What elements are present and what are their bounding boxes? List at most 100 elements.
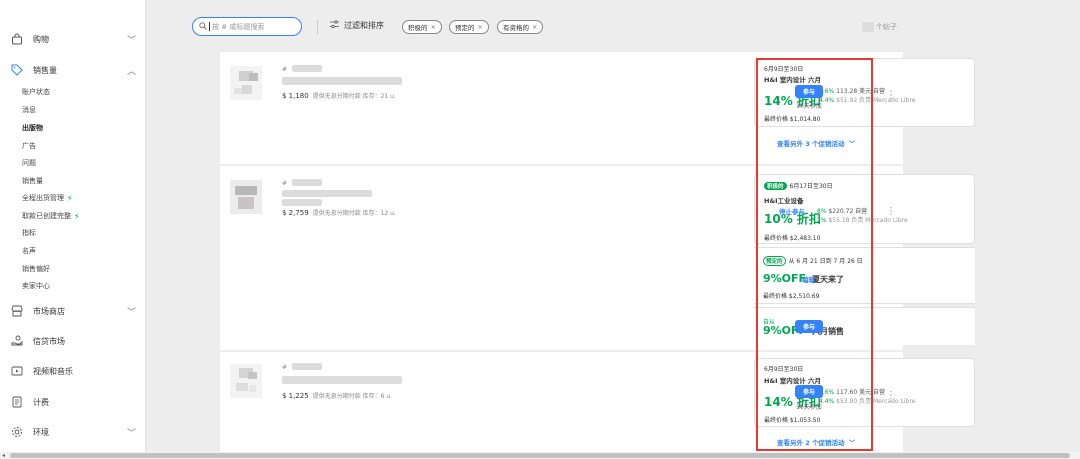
- nav-purchases-label: 购物: [33, 34, 49, 44]
- sidebar-item-questions[interactable]: 问题: [22, 158, 36, 168]
- sidebar-item-label: 销售偏好: [22, 265, 50, 273]
- price-value: $ 2,759: [282, 208, 309, 217]
- chevron-down-icon: ﹀: [848, 140, 856, 148]
- price-value: $ 1,180: [282, 91, 309, 100]
- nav-settings[interactable]: 环境 ﹀: [10, 425, 136, 439]
- document-icon: [10, 395, 24, 409]
- sidebar-item-label: 消息: [22, 106, 36, 114]
- stop-participation-button[interactable]: 停止参与: [779, 206, 805, 216]
- participate-button[interactable]: 参与: [795, 320, 823, 333]
- more-options-icon[interactable]: ⋮: [886, 206, 896, 217]
- split-text: 117.60 美元 自营: [836, 389, 885, 396]
- filter-chip-scheduled[interactable]: 预定的 ×: [449, 20, 489, 34]
- participate-days: 10天参加: [796, 404, 822, 411]
- redacted-id: [292, 179, 322, 186]
- sidebar-item-withdrawals[interactable]: 取款已创建完整 ⚡: [22, 211, 80, 221]
- redacted-title-line2: [282, 199, 322, 206]
- filter-sort-button[interactable]: 过滤和排序: [330, 20, 384, 31]
- sidebar-item-account-status[interactable]: 账户状态: [22, 87, 50, 97]
- product-thumbnail[interactable]: [230, 364, 262, 398]
- sidebar-item-reputation[interactable]: 名声: [22, 246, 36, 256]
- participate-button[interactable]: 参与: [795, 85, 823, 98]
- search-input[interactable]: 按 # 或标题搜索: [192, 17, 302, 36]
- sidebar-item-fulfillment[interactable]: 全程出货管理 ⚡: [22, 193, 73, 203]
- promo-date: 6月9日至30日: [764, 66, 804, 73]
- more-promotions-link[interactable]: 查看另外 3 个促销活动 ﹀: [777, 138, 855, 148]
- redacted-id: [292, 65, 322, 72]
- sidebar-item-messages[interactable]: 消息: [22, 105, 36, 115]
- close-icon[interactable]: ×: [478, 23, 483, 31]
- product-thumbnail[interactable]: [230, 180, 262, 214]
- chevron-down-icon: ﹀: [126, 308, 136, 318]
- nav-billing[interactable]: 计费: [10, 395, 136, 409]
- promo-discount: 9%OFF: [763, 272, 807, 285]
- nav-credit-label: 信贷市场: [33, 336, 65, 346]
- sidebar-item-label: 全程出货管理: [22, 194, 64, 202]
- sliders-icon: [330, 20, 339, 31]
- toolbar: 按 # 或标题搜索 过滤和排序 积极的 × 预定的 × 有资格的 × 个帖子: [146, 0, 1080, 50]
- nav-credit[interactable]: 信贷市场: [10, 334, 136, 348]
- redacted-id: [292, 363, 322, 370]
- final-price: 最终价格 $1,014.80: [764, 116, 821, 123]
- promo-name: H&I 室内设计 六月: [764, 76, 822, 84]
- participate-days: 10天参加: [796, 103, 822, 110]
- nav-sales[interactable]: 销售量 ︿: [10, 63, 136, 77]
- promo-date-row: 积极的 6月17日至30日: [764, 181, 833, 190]
- sidebar-item-seller-center[interactable]: 卖家中心: [22, 281, 50, 291]
- sidebar-item-preferences[interactable]: 销售偏好: [22, 264, 50, 274]
- promotion-box: 6月9日至30日 H&I 室内设计 六月 14% 折扣 9.6% 113.28 …: [754, 58, 975, 127]
- sidebar-item-label: 卖家中心: [22, 282, 50, 290]
- close-icon[interactable]: ×: [532, 23, 537, 31]
- close-icon[interactable]: ×: [431, 23, 436, 31]
- split-text: $53.90 负责 Mercado Libre: [836, 398, 916, 405]
- sidebar-item-label: 账户状态: [22, 88, 50, 96]
- final-price: 最终价格 $2,510.69: [763, 293, 820, 300]
- sidebar-item-metrics[interactable]: 指标: [22, 228, 36, 238]
- promo-date: 6月9日至30日: [764, 366, 804, 373]
- listing-id: #: [282, 180, 288, 187]
- more-promotions-link[interactable]: 查看另外 2 个促销活动 ﹀: [777, 437, 855, 447]
- count-label: 个帖子: [876, 23, 897, 31]
- chip-label: 有资格的: [503, 24, 529, 32]
- scroll-left-icon[interactable]: ◂: [2, 452, 5, 459]
- listing-price: $ 2,759 提供无息分期付款 库存：12 u.: [282, 208, 396, 218]
- more-promotions-label: 查看另外 2 个促销活动: [777, 439, 845, 447]
- video-icon: [10, 364, 24, 378]
- chevron-down-icon: ﹀: [848, 439, 856, 447]
- sidebar-item-label: 广告: [22, 142, 36, 150]
- listing-id: #: [282, 364, 288, 371]
- split-pct: 8%: [817, 208, 827, 215]
- nav-marketplace[interactable]: 市场商店 ﹀: [10, 304, 136, 318]
- tag-icon: [10, 63, 24, 77]
- edit-button[interactable]: 编辑: [802, 274, 815, 284]
- sidebar-item-publications[interactable]: 出版物: [22, 123, 43, 133]
- nav-purchases[interactable]: 购物 ﹀: [10, 32, 136, 46]
- split-text: $220.72 自营: [828, 208, 868, 215]
- listing-price: $ 1,180 提供无息分期付款 库存：21 u.: [282, 91, 396, 101]
- search-icon: [199, 21, 207, 32]
- status-badge: 积极的: [764, 182, 787, 190]
- nav-video[interactable]: 视频和音乐: [10, 364, 136, 378]
- promo-name: H&I 室内设计 六月: [764, 377, 822, 385]
- chevron-up-icon: ︿: [126, 67, 136, 77]
- listing-price: $ 1,225 提供无息分期付款 库存：6 u.: [282, 391, 392, 401]
- product-thumbnail[interactable]: [230, 66, 262, 100]
- listing-card: # $ 2,759 提供无息分期付款 库存：12 u. 积极的 6月17日至30日…: [220, 166, 975, 350]
- chevron-down-icon: ﹀: [126, 36, 136, 46]
- listing-card: # $ 1,180 提供无息分期付款 库存：21 u. 6月9日至30日 H&I…: [220, 52, 975, 164]
- divider: [317, 20, 318, 34]
- scrollbar-thumb[interactable]: [10, 453, 1070, 458]
- promo-date: 6月17日至30日: [789, 183, 833, 190]
- filter-chip-active[interactable]: 积极的 ×: [402, 20, 442, 34]
- sidebar-item-sales[interactable]: 销售量: [22, 176, 43, 186]
- sidebar-item-ads[interactable]: 广告: [22, 141, 36, 151]
- nav-settings-label: 环境: [33, 427, 49, 437]
- participate-button[interactable]: 参与: [795, 385, 823, 398]
- filter-chip-eligible[interactable]: 有资格的 ×: [497, 20, 544, 34]
- more-options-icon[interactable]: ⋮: [886, 90, 896, 101]
- sidebar-item-label: 问题: [22, 159, 36, 167]
- sidebar: 购物 ﹀ 销售量 ︿ 账户状态 消息 出版物 广告 问题 销售量 全程出货管理 ⚡…: [0, 0, 146, 452]
- horizontal-scrollbar[interactable]: ◂: [0, 452, 1080, 459]
- more-options-icon[interactable]: ⋮: [886, 390, 896, 401]
- listing-id: #: [282, 66, 288, 73]
